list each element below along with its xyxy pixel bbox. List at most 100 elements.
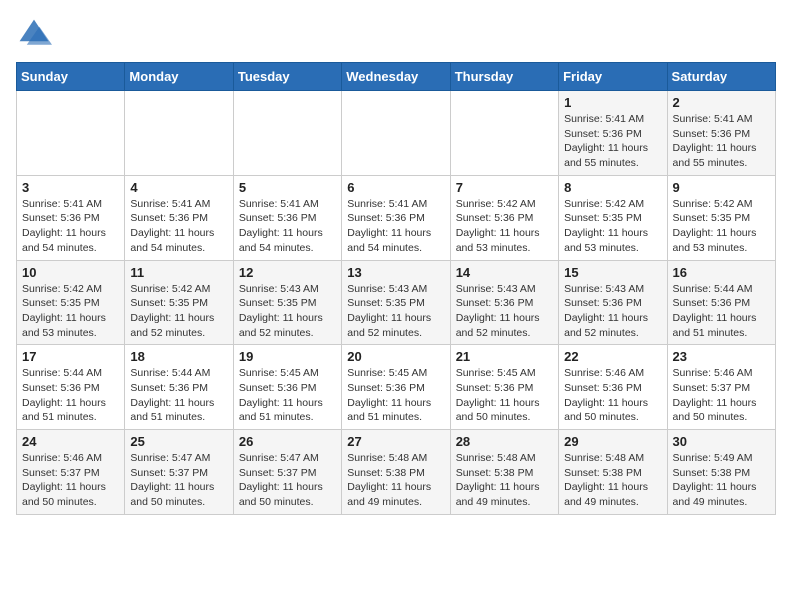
day-info: Sunrise: 5:43 AMSunset: 5:36 PMDaylight:…	[456, 282, 553, 341]
calendar-cell: 11 Sunrise: 5:42 AMSunset: 5:35 PMDayligh…	[125, 260, 233, 345]
day-number: 12	[239, 265, 336, 280]
day-info: Sunrise: 5:42 AMSunset: 5:35 PMDaylight:…	[130, 282, 227, 341]
day-info: Sunrise: 5:43 AMSunset: 5:35 PMDaylight:…	[239, 282, 336, 341]
day-number: 13	[347, 265, 444, 280]
day-info: Sunrise: 5:42 AMSunset: 5:35 PMDaylight:…	[564, 197, 661, 256]
day-number: 18	[130, 349, 227, 364]
day-info: Sunrise: 5:43 AMSunset: 5:35 PMDaylight:…	[347, 282, 444, 341]
calendar-week-row: 17 Sunrise: 5:44 AMSunset: 5:36 PMDayligh…	[17, 345, 776, 430]
weekday-header-sunday: Sunday	[17, 63, 125, 91]
day-number: 8	[564, 180, 661, 195]
calendar-week-row: 24 Sunrise: 5:46 AMSunset: 5:37 PMDayligh…	[17, 430, 776, 515]
day-number: 17	[22, 349, 119, 364]
day-info: Sunrise: 5:46 AMSunset: 5:37 PMDaylight:…	[22, 451, 119, 510]
calendar-cell: 22 Sunrise: 5:46 AMSunset: 5:36 PMDayligh…	[559, 345, 667, 430]
calendar-cell: 23Sunrise: 5:46 AMSunset: 5:37 PMDayligh…	[667, 345, 775, 430]
calendar-cell: 4 Sunrise: 5:41 AMSunset: 5:36 PMDaylight…	[125, 175, 233, 260]
day-number: 28	[456, 434, 553, 449]
calendar-cell: 17 Sunrise: 5:44 AMSunset: 5:36 PMDayligh…	[17, 345, 125, 430]
calendar-week-row: 1 Sunrise: 5:41 AMSunset: 5:36 PMDaylight…	[17, 91, 776, 176]
calendar-cell: 15 Sunrise: 5:43 AMSunset: 5:36 PMDayligh…	[559, 260, 667, 345]
day-info: Sunrise: 5:41 AMSunset: 5:36 PMDaylight:…	[564, 112, 661, 171]
day-number: 20	[347, 349, 444, 364]
weekday-header-row: SundayMondayTuesdayWednesdayThursdayFrid…	[17, 63, 776, 91]
day-number: 6	[347, 180, 444, 195]
day-number: 3	[22, 180, 119, 195]
calendar-cell: 10Sunrise: 5:42 AMSunset: 5:35 PMDayligh…	[17, 260, 125, 345]
calendar-cell: 14 Sunrise: 5:43 AMSunset: 5:36 PMDayligh…	[450, 260, 558, 345]
day-number: 29	[564, 434, 661, 449]
day-info: Sunrise: 5:44 AMSunset: 5:36 PMDaylight:…	[22, 366, 119, 425]
day-info: Sunrise: 5:41 AMSunset: 5:36 PMDaylight:…	[239, 197, 336, 256]
weekday-header-friday: Friday	[559, 63, 667, 91]
day-info: Sunrise: 5:43 AMSunset: 5:36 PMDaylight:…	[564, 282, 661, 341]
calendar-cell: 16 Sunrise: 5:44 AMSunset: 5:36 PMDayligh…	[667, 260, 775, 345]
day-info: Sunrise: 5:47 AMSunset: 5:37 PMDaylight:…	[239, 451, 336, 510]
day-number: 22	[564, 349, 661, 364]
day-info: Sunrise: 5:48 AMSunset: 5:38 PMDaylight:…	[456, 451, 553, 510]
day-info: Sunrise: 5:42 AMSunset: 5:36 PMDaylight:…	[456, 197, 553, 256]
day-number: 15	[564, 265, 661, 280]
calendar-cell	[17, 91, 125, 176]
calendar-week-row: 10Sunrise: 5:42 AMSunset: 5:35 PMDayligh…	[17, 260, 776, 345]
page-header	[16, 16, 776, 52]
day-number: 27	[347, 434, 444, 449]
calendar-cell: 9Sunrise: 5:42 AMSunset: 5:35 PMDaylight…	[667, 175, 775, 260]
day-number: 16	[673, 265, 770, 280]
calendar-cell: 30 Sunrise: 5:49 AMSunset: 5:38 PMDayligh…	[667, 430, 775, 515]
calendar-cell: 19Sunrise: 5:45 AMSunset: 5:36 PMDayligh…	[233, 345, 341, 430]
calendar-cell	[125, 91, 233, 176]
calendar-cell: 2 Sunrise: 5:41 AMSunset: 5:36 PMDaylight…	[667, 91, 775, 176]
day-info: Sunrise: 5:44 AMSunset: 5:36 PMDaylight:…	[673, 282, 770, 341]
calendar-cell	[233, 91, 341, 176]
day-number: 4	[130, 180, 227, 195]
day-number: 23	[673, 349, 770, 364]
day-number: 5	[239, 180, 336, 195]
day-number: 7	[456, 180, 553, 195]
calendar-cell: 21Sunrise: 5:45 AMSunset: 5:36 PMDayligh…	[450, 345, 558, 430]
day-number: 1	[564, 95, 661, 110]
calendar-cell: 24 Sunrise: 5:46 AMSunset: 5:37 PMDayligh…	[17, 430, 125, 515]
weekday-header-thursday: Thursday	[450, 63, 558, 91]
day-info: Sunrise: 5:46 AMSunset: 5:36 PMDaylight:…	[564, 366, 661, 425]
day-number: 11	[130, 265, 227, 280]
day-number: 26	[239, 434, 336, 449]
day-info: Sunrise: 5:48 AMSunset: 5:38 PMDaylight:…	[347, 451, 444, 510]
calendar-cell: 7 Sunrise: 5:42 AMSunset: 5:36 PMDaylight…	[450, 175, 558, 260]
day-number: 14	[456, 265, 553, 280]
calendar-body: 1 Sunrise: 5:41 AMSunset: 5:36 PMDaylight…	[17, 91, 776, 515]
weekday-header-saturday: Saturday	[667, 63, 775, 91]
calendar-cell: 3Sunrise: 5:41 AMSunset: 5:36 PMDaylight…	[17, 175, 125, 260]
day-info: Sunrise: 5:47 AMSunset: 5:37 PMDaylight:…	[130, 451, 227, 510]
day-info: Sunrise: 5:45 AMSunset: 5:36 PMDaylight:…	[239, 366, 336, 425]
calendar-cell: 5 Sunrise: 5:41 AMSunset: 5:36 PMDaylight…	[233, 175, 341, 260]
logo-icon	[16, 16, 52, 52]
calendar-cell: 28 Sunrise: 5:48 AMSunset: 5:38 PMDayligh…	[450, 430, 558, 515]
day-number: 21	[456, 349, 553, 364]
calendar-cell: 6 Sunrise: 5:41 AMSunset: 5:36 PMDaylight…	[342, 175, 450, 260]
weekday-header-wednesday: Wednesday	[342, 63, 450, 91]
day-info: Sunrise: 5:45 AMSunset: 5:36 PMDaylight:…	[347, 366, 444, 425]
day-info: Sunrise: 5:48 AMSunset: 5:38 PMDaylight:…	[564, 451, 661, 510]
day-info: Sunrise: 5:41 AMSunset: 5:36 PMDaylight:…	[673, 112, 770, 171]
day-info: Sunrise: 5:41 AMSunset: 5:36 PMDaylight:…	[130, 197, 227, 256]
calendar-header: SundayMondayTuesdayWednesdayThursdayFrid…	[17, 63, 776, 91]
calendar-cell	[342, 91, 450, 176]
calendar-table: SundayMondayTuesdayWednesdayThursdayFrid…	[16, 62, 776, 515]
calendar-cell: 13 Sunrise: 5:43 AMSunset: 5:35 PMDayligh…	[342, 260, 450, 345]
day-info: Sunrise: 5:49 AMSunset: 5:38 PMDaylight:…	[673, 451, 770, 510]
calendar-cell: 1 Sunrise: 5:41 AMSunset: 5:36 PMDaylight…	[559, 91, 667, 176]
day-number: 30	[673, 434, 770, 449]
day-number: 2	[673, 95, 770, 110]
calendar-cell: 26 Sunrise: 5:47 AMSunset: 5:37 PMDayligh…	[233, 430, 341, 515]
day-info: Sunrise: 5:41 AMSunset: 5:36 PMDaylight:…	[347, 197, 444, 256]
day-number: 25	[130, 434, 227, 449]
calendar-cell	[450, 91, 558, 176]
calendar-cell: 12 Sunrise: 5:43 AMSunset: 5:35 PMDayligh…	[233, 260, 341, 345]
day-info: Sunrise: 5:44 AMSunset: 5:36 PMDaylight:…	[130, 366, 227, 425]
calendar-week-row: 3 Sunrise: 5:41 AMSunset: 5:36 PMDaylight…	[17, 175, 776, 260]
calendar-cell: 20 Sunrise: 5:45 AMSunset: 5:36 PMDayligh…	[342, 345, 450, 430]
weekday-header-tuesday: Tuesday	[233, 63, 341, 91]
calendar-cell: 25 Sunrise: 5:47 AMSunset: 5:37 PMDayligh…	[125, 430, 233, 515]
day-number: 24	[22, 434, 119, 449]
